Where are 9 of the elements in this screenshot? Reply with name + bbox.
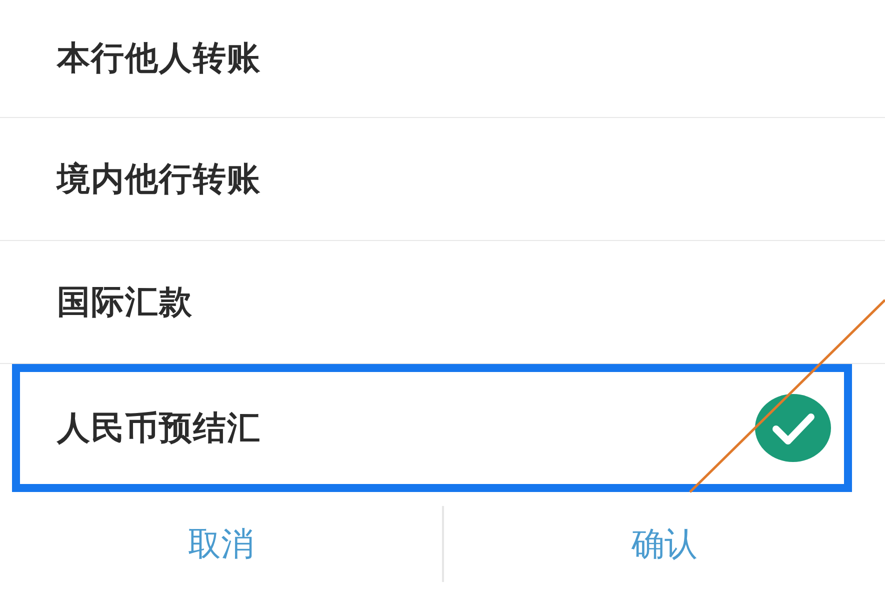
option-row[interactable]: 本行他人转账 — [0, 0, 885, 118]
check-icon — [754, 393, 832, 463]
option-label: 国际汇款 — [57, 280, 193, 322]
option-row[interactable]: 国际汇款 — [0, 241, 885, 364]
option-label: 本行他人转账 — [57, 37, 261, 79]
selected-option[interactable]: 人民币预结汇 — [12, 364, 852, 492]
option-label: 人民币预结汇 — [57, 406, 261, 448]
option-label: 境内他行转账 — [57, 158, 261, 200]
option-row[interactable]: 境内他行转账 — [0, 118, 885, 241]
